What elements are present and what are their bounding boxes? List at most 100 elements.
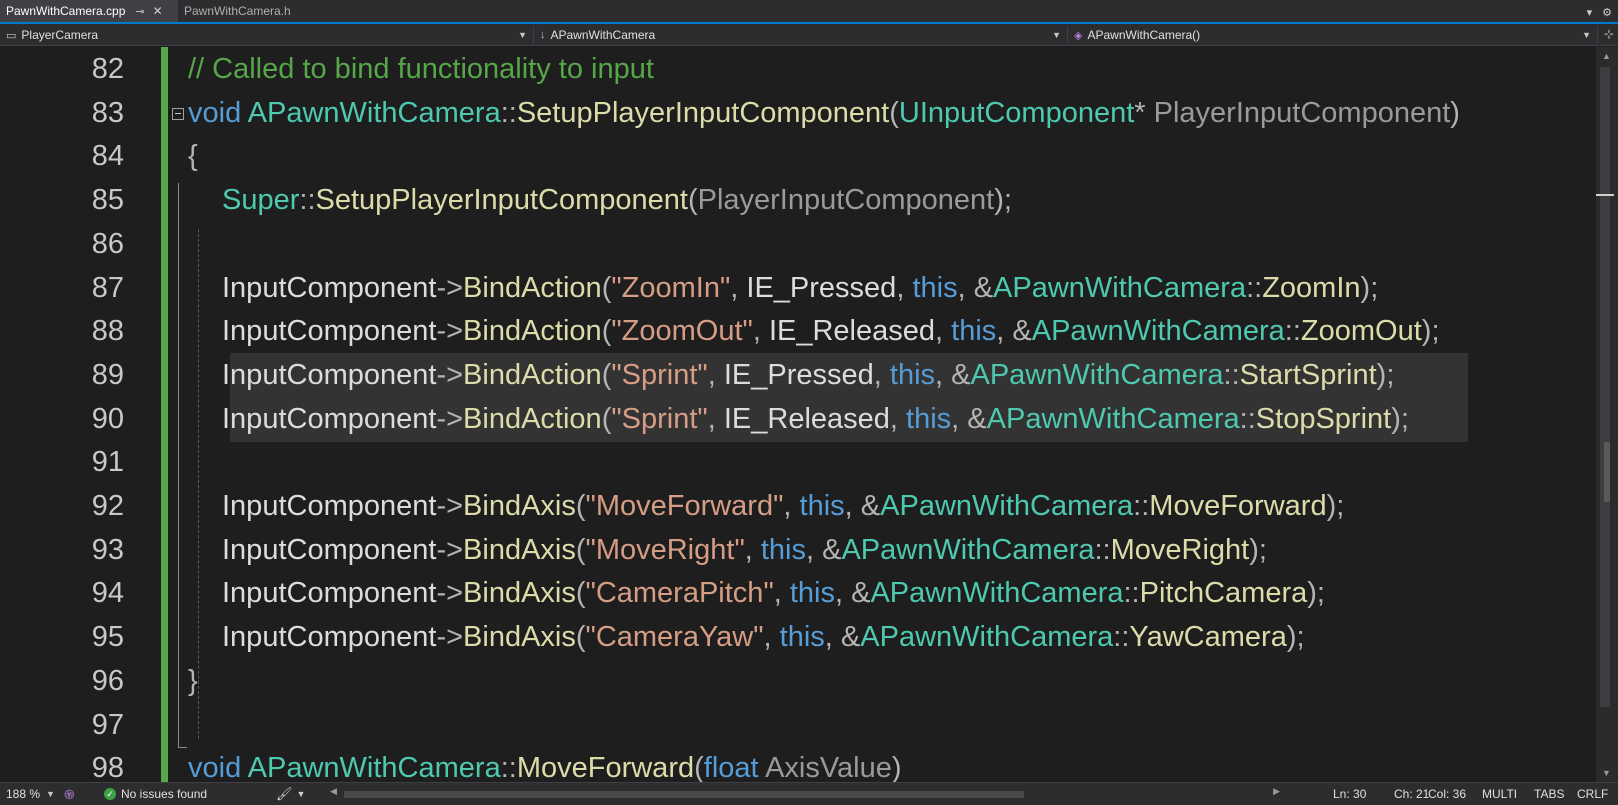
code-token: ); (1249, 533, 1267, 566)
chevron-down-icon: ▼ (1582, 30, 1591, 40)
code-token: -> (436, 621, 464, 654)
code-token: APawnWithCamera (860, 621, 1114, 654)
line-number: 96 (91, 664, 124, 697)
scrollbar-thumb[interactable] (1600, 67, 1610, 707)
code-line[interactable]: 95 InputComponent->BindAxis("CameraYaw", … (0, 615, 1596, 660)
code-cleanup-icon[interactable]: 🖌 ▼ (276, 783, 305, 805)
code-token: ); (1307, 577, 1325, 610)
code-line[interactable]: 83 void APawnWithCamera::SetupPlayerInput… (0, 91, 1596, 136)
code-token: :: (1094, 533, 1111, 566)
code-line[interactable]: 87 InputComponent->BindAction("ZoomIn", I… (0, 266, 1596, 311)
line-number: 83 (91, 96, 124, 129)
code-token: ) (891, 752, 902, 782)
code-text: Super::SetupPlayerInputComponent(PlayerI… (222, 178, 1012, 223)
code-token: ( (575, 621, 586, 654)
code-line[interactable]: 93 InputComponent->BindAxis("MoveRight", … (0, 528, 1596, 573)
tab-overflow: ▾ ⚙ (1587, 0, 1612, 24)
collapse-icon[interactable] (172, 107, 184, 120)
code-line[interactable]: 96} (0, 659, 1596, 704)
code-line[interactable]: 88 InputComponent->BindAction("ZoomOut", … (0, 309, 1596, 354)
code-line[interactable]: 92 InputComponent->BindAxis("MoveForward"… (0, 484, 1596, 529)
code-token: InputComponent (222, 621, 437, 654)
code-line[interactable]: 94 InputComponent->BindAxis("CameraPitch"… (0, 571, 1596, 616)
project-dropdown[interactable]: ▭ PlayerCamera ▼ (0, 26, 534, 44)
gear-icon[interactable]: ⚙ (1602, 6, 1612, 19)
horizontal-scrollbar-thumb[interactable] (344, 791, 1024, 798)
line-number: 84 (91, 140, 124, 173)
code-token: , (783, 490, 800, 522)
code-token: SetupPlayerInputComponent (315, 184, 688, 217)
issues-indicator[interactable]: ✓ No issues found (104, 783, 207, 805)
code-token: ); (994, 184, 1012, 217)
line-number: 89 (91, 358, 124, 391)
code-text: InputComponent->BindAxis("MoveRight", th… (222, 528, 1267, 573)
code-token: BindAxis (463, 577, 576, 610)
code-token: APawnWithCamera (841, 533, 1095, 566)
code-line[interactable]: 90 InputComponent->BindAction("Sprint", I… (0, 396, 1596, 442)
document-tab-strip: PawnWithCamera.cpp ⊸ ✕ PawnWithCamera.h … (0, 0, 1618, 24)
line-ending-mode[interactable]: CRLF (1577, 783, 1608, 805)
line-number: 98 (91, 752, 124, 782)
copilot-icon[interactable]: ֍ (64, 783, 75, 805)
code-token: SetupPlayerInputComponent (516, 96, 890, 129)
code-line[interactable]: 84 { (0, 134, 1596, 179)
tab-list-dropdown-icon[interactable]: ▾ (1587, 6, 1593, 19)
code-token: APawnWithCamera (247, 96, 501, 129)
split-editor-icon[interactable]: ⊹ (1604, 27, 1614, 41)
code-line[interactable]: 91 (0, 440, 1596, 485)
whitespace-mode[interactable]: MULTI (1482, 783, 1517, 805)
code-token: ( (694, 752, 704, 782)
code-line[interactable]: 82 // Called to bind functionality to inp… (0, 47, 1596, 92)
code-token: "MoveRight" (585, 533, 745, 566)
code-text: InputComponent->BindAction("ZoomIn", IE_… (222, 266, 1378, 311)
code-line[interactable]: 97 (0, 703, 1596, 748)
chevron-down-icon: ▼ (46, 789, 55, 799)
pin-icon[interactable]: ⊸ (135, 5, 144, 18)
code-line[interactable]: 85 Super::SetupPlayerInputComponent(Playe… (0, 178, 1596, 223)
code-token: , (873, 358, 890, 391)
code-token: , (730, 271, 747, 304)
tab-pawnwithcamera-cpp[interactable]: PawnWithCamera.cpp ⊸ ✕ (0, 0, 178, 22)
scope-dropdown[interactable]: ↓ APawnWithCamera ▼ (534, 26, 1068, 44)
indent-mode[interactable]: TABS (1534, 783, 1564, 805)
code-line[interactable]: 98 void APawnWithCamera::MoveForward(floa… (0, 746, 1596, 782)
code-line[interactable]: 86 (0, 222, 1596, 267)
code-token: APawnWithCamera (1031, 315, 1285, 348)
line-number: 92 (91, 490, 124, 522)
code-token: PlayerInputComponent (1153, 96, 1451, 129)
code-token: ); (1360, 271, 1379, 304)
code-token: "CameraYaw" (585, 621, 764, 654)
code-token: , & (844, 490, 881, 522)
code-token: "MoveForward" (585, 490, 784, 522)
column-indicator[interactable]: Col: 36 (1428, 783, 1466, 805)
code-token: float (703, 752, 766, 782)
code-token: StartSprint (1239, 358, 1377, 391)
code-token: :: (500, 752, 517, 782)
code-token: BindAction (463, 315, 602, 348)
editor-status-bar: 188 % ▼ ֍ ✓ No issues found 🖌 ▼ ◀ ▶ Ln: 3… (0, 782, 1618, 805)
check-circle-icon: ✓ (104, 788, 116, 800)
line-indicator[interactable]: Ln: 30 (1333, 783, 1366, 805)
scroll-left-icon[interactable]: ◀ (330, 786, 337, 797)
horizontal-scrollbar[interactable]: ◀ ▶ (330, 786, 1280, 800)
char-indicator[interactable]: Ch: 21 (1394, 783, 1429, 805)
vertical-scrollbar[interactable]: ▲ ▼ (1596, 47, 1618, 782)
code-token: :: (1239, 402, 1256, 435)
tab-pawnwithcamera-h[interactable]: PawnWithCamera.h (178, 0, 331, 22)
code-editor[interactable]: 82 // Called to bind functionality to inp… (0, 47, 1596, 782)
scroll-down-icon[interactable]: ▼ (1602, 768, 1611, 778)
line-number: 86 (91, 227, 124, 260)
code-token: APawnWithCamera (993, 271, 1247, 304)
scroll-right-icon[interactable]: ▶ (1273, 786, 1280, 797)
code-token: ZoomIn (1262, 271, 1361, 304)
member-dropdown[interactable]: ◈ APawnWithCamera() ▼ (1068, 26, 1598, 44)
scroll-up-icon[interactable]: ▲ (1602, 51, 1611, 61)
code-token: this (906, 402, 952, 435)
close-icon[interactable]: ✕ (153, 4, 163, 18)
zoom-dropdown[interactable]: 188 % ▼ (6, 783, 55, 805)
code-line[interactable]: 89 InputComponent->BindAction("Sprint", I… (0, 352, 1596, 398)
code-text: void APawnWithCamera::SetupPlayerInputCo… (188, 91, 1460, 136)
code-token: -> (436, 533, 464, 566)
code-token: APawnWithCamera (986, 402, 1240, 435)
code-token: "CameraPitch" (585, 577, 774, 610)
